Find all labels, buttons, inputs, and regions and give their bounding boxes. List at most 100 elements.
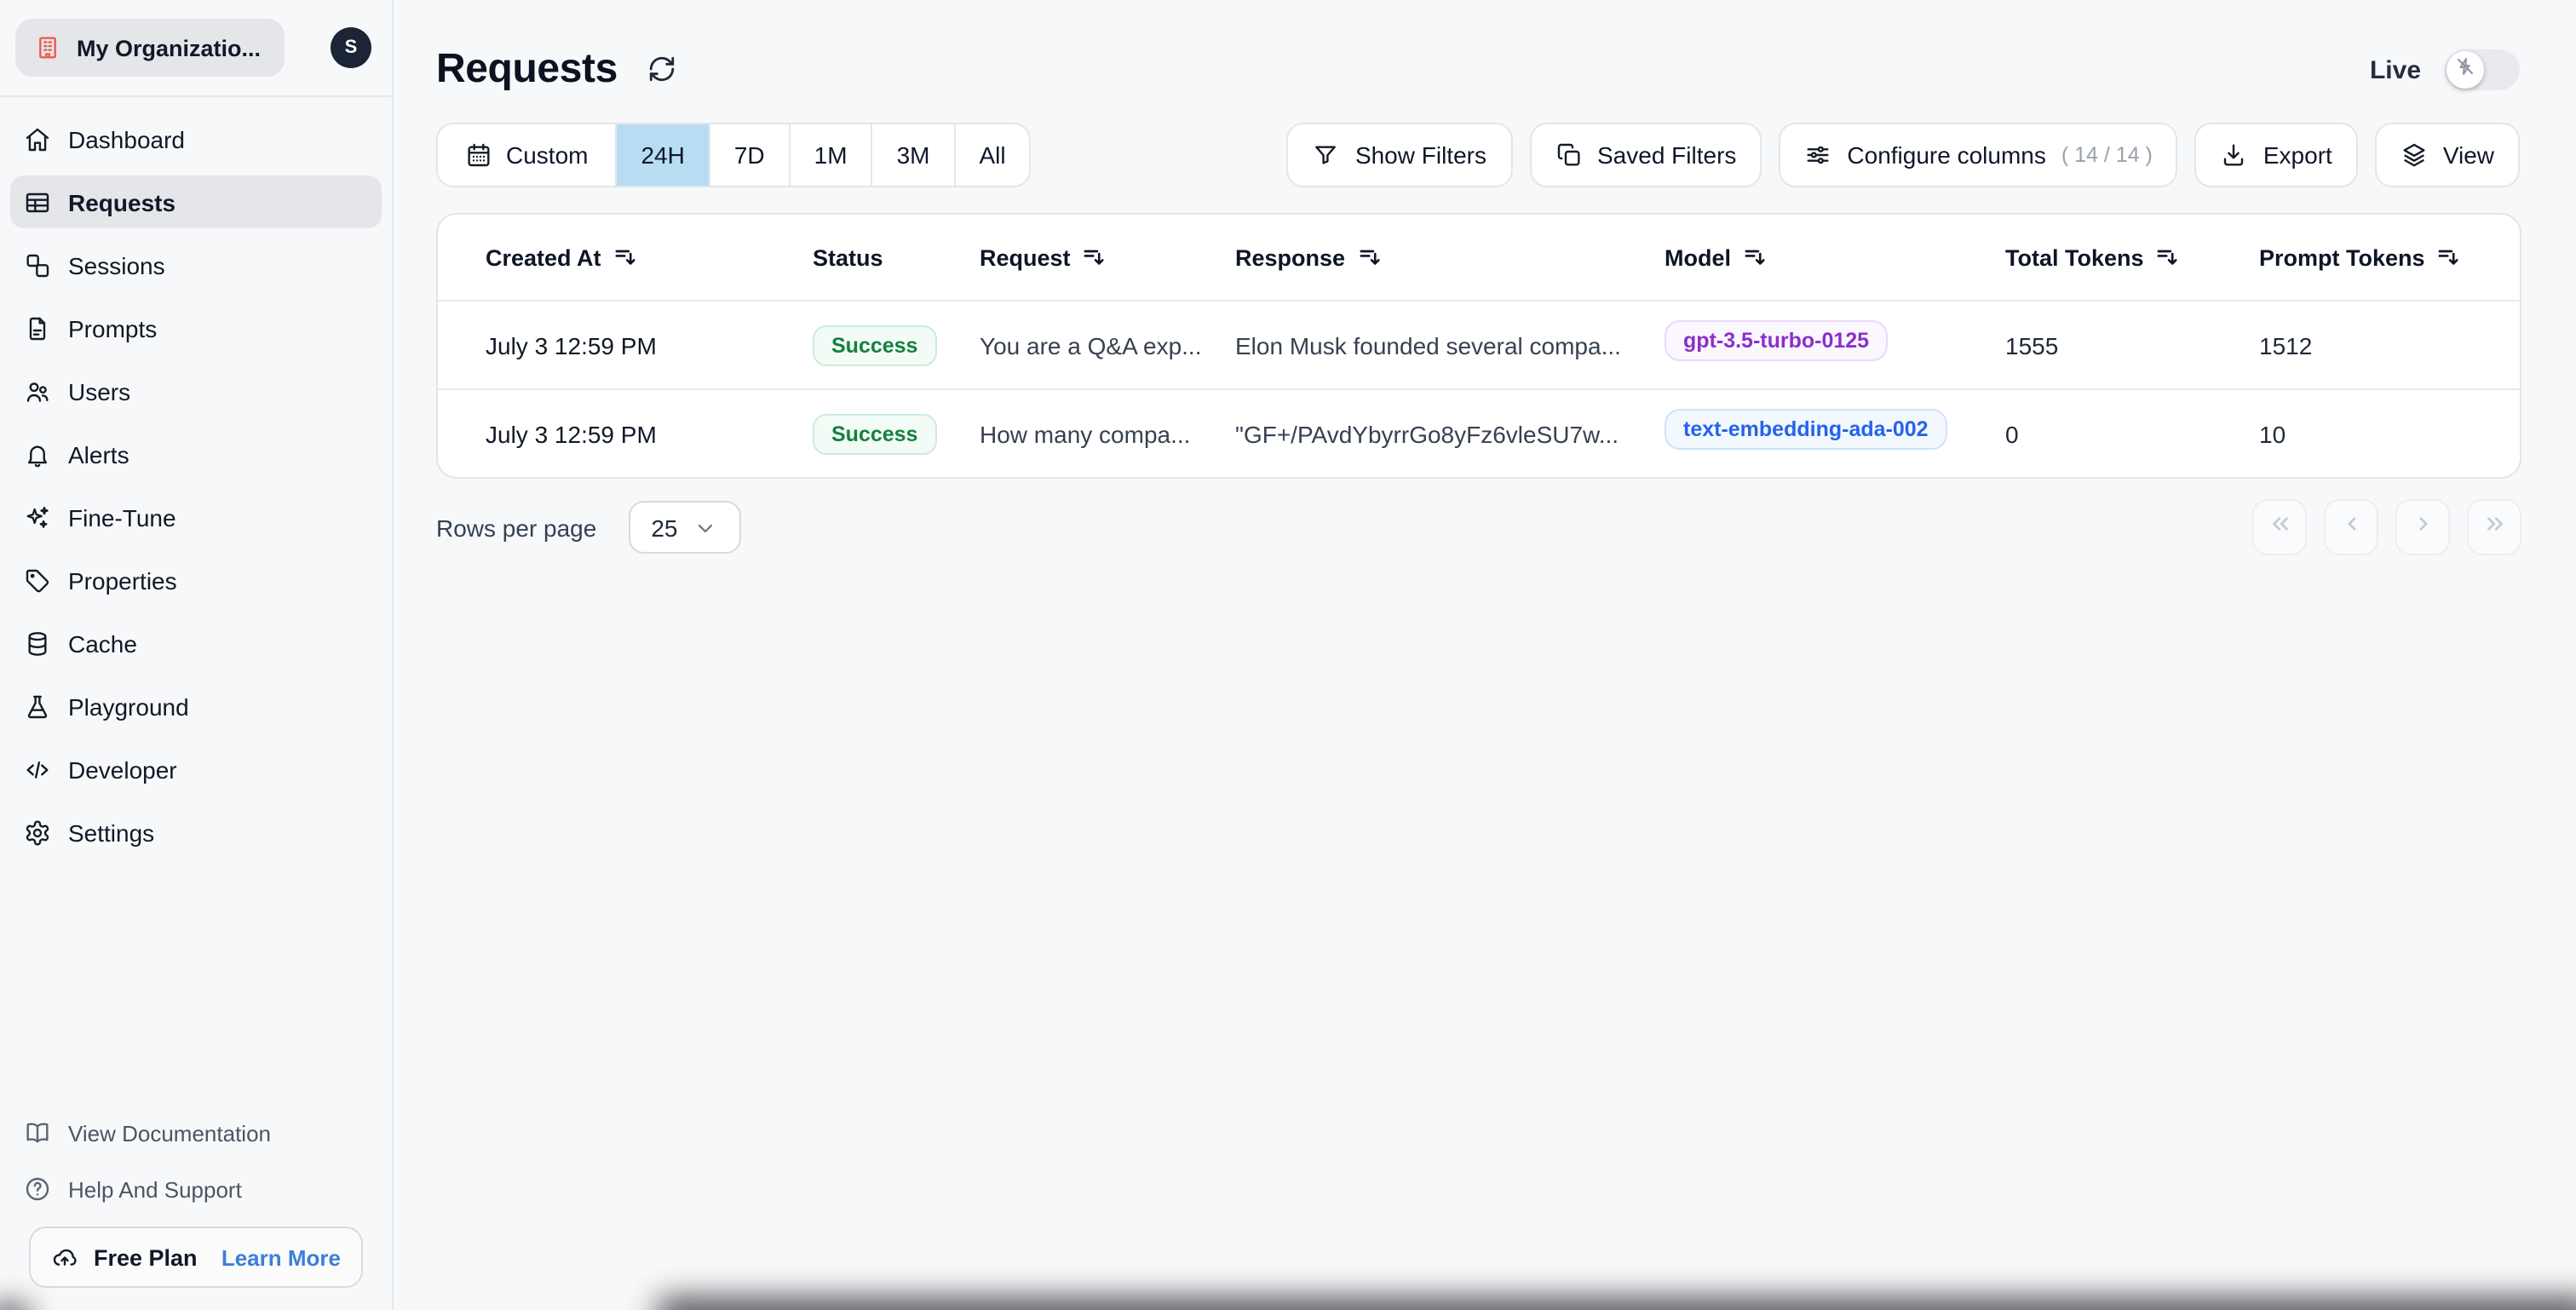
configure-columns-button[interactable]: Configure columns ( 14 / 14 ) bbox=[1779, 123, 2178, 187]
sidebar-item-fine-tune[interactable]: Fine-Tune bbox=[10, 491, 382, 543]
configure-columns-count: ( 14 / 14 ) bbox=[2061, 143, 2153, 167]
chevron-right-icon bbox=[2410, 510, 2435, 544]
sidebar-header: My Organizatio... S bbox=[0, 0, 392, 97]
column-header-total-tokens[interactable]: Total Tokens bbox=[2005, 244, 2259, 270]
chevrons-left-icon bbox=[2267, 510, 2292, 544]
sidebar-item-dashboard[interactable]: Dashboard bbox=[10, 112, 382, 165]
cell-model: gpt-3.5-turbo-0125 bbox=[1665, 320, 2005, 370]
cell-prompt-tokens: 10 bbox=[2259, 420, 2286, 447]
saved-filters-button[interactable]: Saved Filters bbox=[1529, 123, 1762, 187]
sidebar-item-label: Sessions bbox=[68, 251, 165, 279]
chevrons-right-icon bbox=[2481, 510, 2507, 544]
first-page-button[interactable] bbox=[2252, 499, 2307, 555]
sidebar-footer: View Documentation Help And Support Free… bbox=[0, 1114, 392, 1310]
help-and-support-label: Help And Support bbox=[68, 1176, 242, 1202]
sidebar-item-properties[interactable]: Properties bbox=[10, 554, 382, 606]
view-label: View bbox=[2442, 141, 2494, 169]
table-row[interactable]: July 3 12:59 PM Success How many compa..… bbox=[438, 388, 2520, 477]
sidebar-item-requests[interactable]: Requests bbox=[10, 175, 382, 228]
page-title: Requests bbox=[436, 46, 618, 92]
cell-status: Success bbox=[813, 413, 980, 454]
sessions-icon bbox=[24, 251, 51, 279]
learn-more-link[interactable]: Learn More bbox=[221, 1244, 341, 1270]
time-range-3m[interactable]: 3M bbox=[871, 124, 954, 186]
sidebar-item-prompts[interactable]: Prompts bbox=[10, 302, 382, 354]
model-badge: gpt-3.5-turbo-0125 bbox=[1665, 320, 1889, 361]
sidebar-item-label: Playground bbox=[68, 692, 189, 720]
gear-icon bbox=[24, 819, 51, 846]
time-range-all[interactable]: All bbox=[953, 124, 1029, 186]
sidebar-item-label: Settings bbox=[68, 819, 155, 846]
show-filters-button[interactable]: Show Filters bbox=[1286, 123, 1512, 187]
column-header-model[interactable]: Model bbox=[1665, 244, 2005, 270]
layers-icon bbox=[2401, 141, 2428, 169]
code-icon bbox=[24, 756, 51, 783]
sidebar-item-alerts[interactable]: Alerts bbox=[10, 428, 382, 480]
time-range-custom[interactable]: Custom bbox=[438, 124, 615, 186]
time-range-7d[interactable]: 7D bbox=[708, 124, 789, 186]
time-range-1m[interactable]: 1M bbox=[788, 124, 871, 186]
live-toggle[interactable] bbox=[2445, 49, 2520, 90]
sort-icon bbox=[2156, 245, 2180, 269]
sidebar-item-label: Alerts bbox=[68, 440, 129, 468]
view-button[interactable]: View bbox=[2374, 123, 2520, 187]
next-page-button[interactable] bbox=[2395, 499, 2450, 555]
time-range-label: Custom bbox=[506, 141, 589, 169]
calendar-icon bbox=[465, 141, 492, 169]
export-button[interactable]: Export bbox=[2194, 123, 2358, 187]
last-page-button[interactable] bbox=[2467, 499, 2521, 555]
building-icon bbox=[34, 34, 61, 61]
book-open-icon bbox=[24, 1119, 51, 1146]
sidebar-item-label: Prompts bbox=[68, 314, 158, 342]
column-label: Response bbox=[1235, 244, 1346, 270]
sidebar-item-sessions[interactable]: Sessions bbox=[10, 238, 382, 291]
show-filters-label: Show Filters bbox=[1354, 141, 1486, 169]
saved-filters-label: Saved Filters bbox=[1597, 141, 1737, 169]
chevron-left-icon bbox=[2338, 510, 2364, 544]
bolt-slash-icon bbox=[2455, 55, 2475, 85]
column-header-created-at[interactable]: Created At bbox=[486, 244, 813, 270]
sparkles-icon bbox=[24, 503, 51, 531]
table-row[interactable]: July 3 12:59 PM Success You are a Q&A ex… bbox=[438, 300, 2520, 388]
help-and-support-link[interactable]: Help And Support bbox=[10, 1170, 382, 1208]
rows-per-page-value: 25 bbox=[651, 514, 678, 541]
column-header-status[interactable]: Status bbox=[813, 244, 980, 270]
sidebar-item-users[interactable]: Users bbox=[10, 365, 382, 417]
sort-icon bbox=[1743, 245, 1767, 269]
sidebar-item-label: Dashboard bbox=[68, 125, 185, 152]
sidebar-item-cache[interactable]: Cache bbox=[10, 617, 382, 669]
live-toggle-knob bbox=[2447, 51, 2484, 89]
main-content: Requests Live Custom 24H 7D 1M 3M All Sh… bbox=[395, 0, 2576, 1310]
user-avatar[interactable]: S bbox=[331, 27, 371, 68]
sidebar-item-settings[interactable]: Settings bbox=[10, 806, 382, 859]
time-range-24h[interactable]: 24H bbox=[615, 124, 709, 186]
help-circle-icon bbox=[24, 1175, 51, 1203]
sidebar-item-label: Properties bbox=[68, 566, 177, 594]
download-icon bbox=[2221, 141, 2248, 169]
org-name: My Organizatio... bbox=[77, 35, 262, 60]
org-selector[interactable]: My Organizatio... bbox=[15, 19, 285, 77]
app-window: My Organizatio... S Dashboard Requests S… bbox=[0, 0, 2576, 1310]
sort-icon bbox=[613, 245, 637, 269]
column-header-request[interactable]: Request bbox=[980, 244, 1235, 270]
sliders-icon bbox=[1804, 141, 1831, 169]
free-plan-card[interactable]: Free Plan Learn More bbox=[29, 1227, 363, 1288]
sidebar-item-developer[interactable]: Developer bbox=[10, 743, 382, 796]
copy-icon bbox=[1555, 141, 1582, 169]
cell-request: How many compa... bbox=[980, 420, 1191, 447]
rows-per-page-select[interactable]: 25 bbox=[629, 501, 741, 554]
refresh-button[interactable] bbox=[648, 55, 679, 85]
cell-request: You are a Q&A exp... bbox=[980, 331, 1202, 359]
time-range-group: Custom 24H 7D 1M 3M All bbox=[436, 123, 1032, 187]
live-label: Live bbox=[2369, 55, 2421, 84]
users-icon bbox=[24, 377, 51, 405]
sidebar-item-label: Users bbox=[68, 377, 131, 405]
column-header-response[interactable]: Response bbox=[1235, 244, 1665, 270]
cell-total-tokens: 1555 bbox=[2005, 331, 2059, 359]
previous-page-button[interactable] bbox=[2324, 499, 2378, 555]
sidebar-item-playground[interactable]: Playground bbox=[10, 680, 382, 733]
column-header-prompt-tokens[interactable]: Prompt Tokens bbox=[2259, 244, 2503, 270]
view-documentation-link[interactable]: View Documentation bbox=[10, 1114, 382, 1152]
cell-response: Elon Musk founded several compa... bbox=[1235, 331, 1621, 359]
document-icon bbox=[24, 314, 51, 342]
